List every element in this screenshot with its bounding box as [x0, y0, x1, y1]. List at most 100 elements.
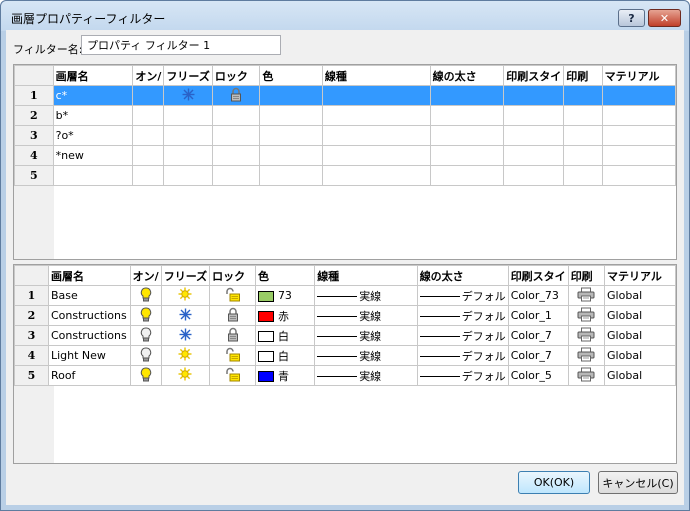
plot-cell[interactable] — [563, 125, 603, 146]
lock-cell[interactable] — [211, 125, 261, 146]
layer-row[interactable]: 3 Constructions 白 実線 デフォル Color_7 Global — [14, 325, 676, 346]
on-cell[interactable] — [132, 125, 165, 146]
freeze-cell[interactable] — [163, 145, 213, 166]
row-number[interactable]: 3 — [14, 125, 54, 146]
column-linetype-header[interactable]: 線種 — [321, 65, 431, 86]
column-lineweight-header[interactable]: 線の太さ — [429, 65, 505, 86]
snowflake-icon[interactable] — [179, 328, 192, 344]
column-freeze-header[interactable]: フリーズ — [160, 265, 211, 286]
plot-style-cell[interactable] — [503, 85, 565, 106]
lightbulb-on-icon[interactable] — [140, 286, 152, 305]
row-number[interactable]: 1 — [14, 85, 54, 106]
linetype-cell[interactable] — [321, 145, 431, 166]
on-cell[interactable] — [132, 145, 165, 166]
layer-row[interactable]: 5 Roof 青 実線 デフォル Color_5 Global — [14, 365, 676, 386]
layer-row[interactable]: 1 Base 73 実線 デフォル Color_73 Global — [14, 285, 676, 306]
column-layer-name-header[interactable]: 画層名 — [52, 65, 134, 86]
lock-icon[interactable] — [229, 87, 243, 105]
color-cell[interactable] — [259, 165, 323, 186]
snowflake-icon[interactable] — [182, 88, 195, 104]
color-cell[interactable] — [259, 85, 323, 106]
row-number[interactable]: 2 — [14, 105, 54, 126]
help-button[interactable]: ? — [618, 9, 645, 27]
lightbulb-off-icon[interactable] — [140, 346, 152, 365]
plot-cell[interactable] — [563, 85, 603, 106]
lineweight-cell[interactable] — [429, 125, 505, 146]
sun-icon[interactable] — [178, 287, 192, 304]
column-plot-header[interactable]: 印刷 — [567, 265, 606, 286]
linetype-cell[interactable] — [321, 125, 431, 146]
layer-name-cell[interactable]: b* — [52, 105, 134, 126]
column-material-header[interactable]: マテリアル — [601, 65, 677, 86]
column-plot-style-header[interactable]: 印刷スタイ — [507, 265, 569, 286]
unlock-icon[interactable] — [225, 347, 241, 365]
layer-row[interactable]: 4 Light New 白 実線 デフォル Color_7 Global — [14, 345, 676, 366]
material-cell[interactable] — [601, 85, 677, 106]
on-cell[interactable] — [132, 105, 165, 126]
column-plot-header[interactable]: 印刷 — [563, 65, 603, 86]
lock-cell[interactable] — [211, 145, 261, 166]
filter-row[interactable]: 1 c* — [14, 85, 677, 106]
layer-name-cell[interactable]: c* — [52, 85, 134, 106]
column-lock-header[interactable]: ロック — [209, 265, 256, 286]
freeze-cell[interactable] — [163, 165, 213, 186]
column-color-header[interactable]: 色 — [254, 265, 316, 286]
column-color-header[interactable]: 色 — [259, 65, 323, 86]
plot-style-cell[interactable] — [503, 125, 565, 146]
sun-icon[interactable] — [178, 347, 192, 364]
freeze-cell[interactable] — [163, 85, 213, 106]
printer-icon[interactable] — [577, 347, 595, 365]
lock-icon[interactable] — [226, 327, 240, 345]
freeze-cell[interactable] — [163, 125, 213, 146]
layer-row[interactable]: 2 Constructions 赤 実線 デフォル Color_1 Global — [14, 305, 676, 326]
column-freeze-header[interactable]: フリーズ — [163, 65, 213, 86]
lineweight-cell[interactable] — [429, 145, 505, 166]
material-cell[interactable] — [601, 125, 677, 146]
snowflake-icon[interactable] — [179, 308, 192, 324]
cancel-button[interactable]: キャンセル(C) — [598, 471, 678, 494]
column-on-header[interactable]: オン/ — [129, 265, 162, 286]
plot-cell[interactable] — [563, 145, 603, 166]
lock-icon[interactable] — [226, 307, 240, 325]
color-cell[interactable] — [259, 145, 323, 166]
printer-icon[interactable] — [577, 327, 595, 345]
lineweight-cell[interactable] — [429, 165, 505, 186]
material-cell[interactable] — [601, 145, 677, 166]
sun-icon[interactable] — [178, 367, 192, 384]
on-cell[interactable] — [132, 85, 165, 106]
column-on-header[interactable]: オン/ — [132, 65, 165, 86]
column-material-header[interactable]: マテリアル — [604, 265, 676, 286]
material-cell[interactable] — [601, 165, 677, 186]
linetype-cell[interactable] — [321, 105, 431, 126]
column-lineweight-header[interactable]: 線の太さ — [416, 265, 509, 286]
lineweight-cell[interactable] — [429, 85, 505, 106]
lineweight-cell[interactable] — [429, 105, 505, 126]
lock-cell[interactable] — [211, 165, 261, 186]
unlock-icon[interactable] — [225, 287, 241, 305]
layer-name-cell[interactable]: *new — [52, 145, 134, 166]
filter-row[interactable]: 5 — [14, 165, 677, 186]
printer-icon[interactable] — [577, 287, 595, 305]
title-bar[interactable]: 画層プロパティーフィルター ? ✕ — [1, 1, 689, 31]
layer-name-cell[interactable]: ?o* — [52, 125, 134, 146]
column-linetype-header[interactable]: 線種 — [314, 265, 418, 286]
lightbulb-on-icon[interactable] — [140, 306, 152, 325]
lightbulb-on-icon[interactable] — [140, 366, 152, 385]
column-layer-name-header[interactable]: 画層名 — [47, 265, 131, 286]
column-lock-header[interactable]: ロック — [211, 65, 261, 86]
plot-cell[interactable] — [563, 105, 603, 126]
plot-cell[interactable] — [563, 165, 603, 186]
color-cell[interactable] — [259, 105, 323, 126]
printer-icon[interactable] — [577, 307, 595, 325]
column-plot-style-header[interactable]: 印刷スタイ — [503, 65, 565, 86]
layer-name-cell[interactable] — [52, 165, 134, 186]
lock-cell[interactable] — [211, 85, 261, 106]
plot-style-cell[interactable] — [503, 165, 565, 186]
filter-row[interactable]: 2 b* — [14, 105, 677, 126]
row-number[interactable]: 4 — [14, 145, 54, 166]
plot-style-cell[interactable] — [503, 105, 565, 126]
filter-row[interactable]: 3 ?o* — [14, 125, 677, 146]
printer-icon[interactable] — [577, 367, 595, 385]
unlock-icon[interactable] — [225, 367, 241, 385]
close-button[interactable]: ✕ — [648, 9, 681, 27]
